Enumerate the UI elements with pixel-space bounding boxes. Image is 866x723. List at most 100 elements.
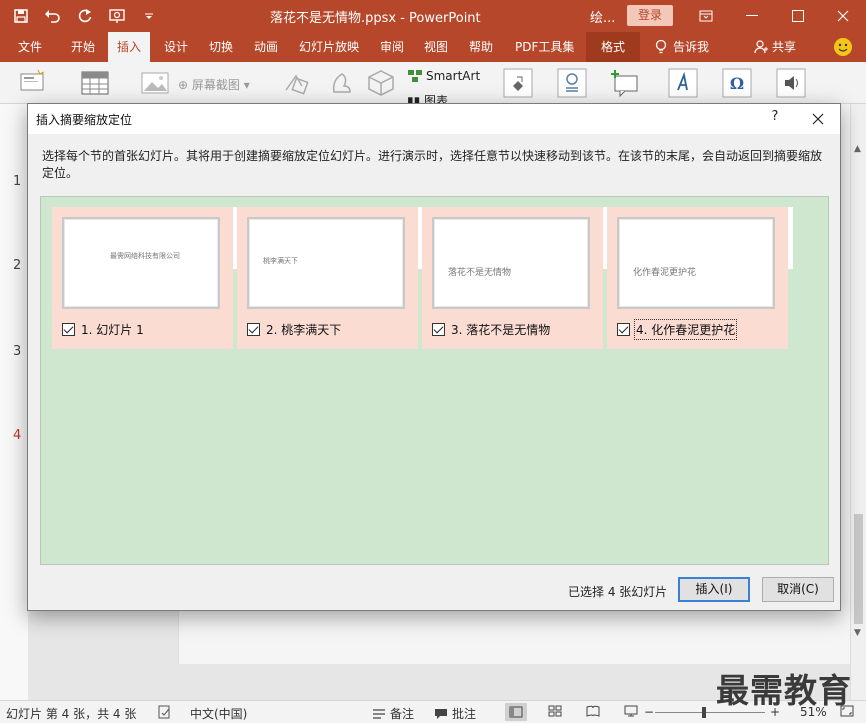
maximize-icon[interactable]: [775, 0, 821, 32]
slide-label: 1. 幻灯片 1: [81, 323, 144, 337]
tab-insert[interactable]: 插入: [108, 32, 151, 62]
insert-button[interactable]: 插入(I): [678, 577, 750, 602]
tab-animations[interactable]: 动画: [254, 32, 278, 62]
scroll-up-icon[interactable]: ▲: [854, 144, 861, 154]
tell-me-box[interactable]: 告诉我: [655, 32, 709, 62]
tab-transitions[interactable]: 切换: [209, 32, 233, 62]
scroll-thumb[interactable]: [854, 514, 863, 624]
undo-icon[interactable]: [42, 5, 64, 27]
tab-home[interactable]: 开始: [71, 32, 95, 62]
login-button[interactable]: 登录: [627, 5, 673, 26]
card-divider: [788, 207, 793, 269]
tab-help[interactable]: 帮助: [469, 32, 493, 62]
vertical-scrollbar[interactable]: ▲ ▼: [850, 104, 866, 700]
slide-label: 2. 桃李满天下: [266, 323, 342, 337]
slide-number-2[interactable]: 2: [13, 258, 21, 273]
smartart-label: SmartArt: [426, 69, 481, 83]
ribbon-insert: ⊕ 屏幕截图 ▾ SmartArt ▮▮ 图表 Ω: [0, 62, 866, 104]
scroll-down-icon[interactable]: ▼: [854, 628, 861, 638]
comments-label: 批注: [452, 707, 477, 721]
cancel-button[interactable]: 取消(C): [762, 577, 834, 602]
slide-selection-panel[interactable]: 最需网络科技有限公司 1. 幻灯片 1 桃李满天下 2. 桃李满天下 落花不是无…: [40, 196, 829, 565]
dialog-title-bar: 插入摘要缩放定位 ?: [28, 104, 840, 134]
dialog-close-icon[interactable]: [806, 108, 830, 130]
slide-checkbox-row-4[interactable]: 4. 化作春泥更护花: [617, 319, 738, 340]
slide-number-4[interactable]: 4: [13, 428, 21, 443]
language-status[interactable]: 中文(中国): [190, 705, 247, 722]
zoom-slider-track[interactable]: [655, 712, 765, 713]
slide-thumbnail-2[interactable]: 桃李满天下: [247, 217, 405, 309]
ribbon-display-options-icon[interactable]: [683, 0, 729, 32]
icons-icon[interactable]: [326, 68, 356, 98]
slide-label: 4. 化作春泥更护花: [633, 319, 738, 340]
link-icon[interactable]: [557, 68, 587, 98]
tab-format[interactable]: 格式: [586, 32, 641, 62]
tab-review[interactable]: 审阅: [380, 32, 404, 62]
3d-models-icon[interactable]: [366, 68, 396, 98]
zoom-slider-thumb[interactable]: [702, 707, 706, 718]
notes-button[interactable]: 备注: [372, 705, 414, 722]
checkbox-checked[interactable]: [617, 323, 630, 336]
slide-thumbnail-4[interactable]: 化作春泥更护花: [617, 217, 775, 309]
checkbox-checked[interactable]: [62, 323, 75, 336]
checkbox-checked[interactable]: [247, 323, 260, 336]
thumbnail-text: 落花不是无情物: [448, 268, 512, 278]
slide-card-4[interactable]: 化作春泥更护花 4. 化作春泥更护花: [607, 207, 793, 349]
thumbnail-text: 最需网络科技有限公司: [110, 252, 180, 260]
comments-button[interactable]: 批注: [434, 705, 476, 722]
smartart-button[interactable]: SmartArt: [407, 69, 480, 83]
comment-icon[interactable]: [610, 68, 640, 98]
redo-icon[interactable]: [74, 5, 96, 27]
zoom-out-icon[interactable]: −: [644, 705, 654, 719]
dialog-title: 插入摘要缩放定位: [36, 113, 133, 127]
shapes-icon[interactable]: [282, 68, 312, 98]
slide-checkbox-row-3[interactable]: 3. 落花不是无情物: [432, 321, 550, 338]
normal-view-icon[interactable]: [505, 703, 527, 721]
textbox-icon[interactable]: [668, 68, 698, 98]
customize-qat-icon[interactable]: [138, 5, 160, 27]
watermark: 最需教育: [716, 671, 852, 710]
slide-checkbox-row-2[interactable]: 2. 桃李满天下: [247, 321, 341, 338]
spellcheck-icon[interactable]: [158, 705, 172, 719]
symbol-omega-icon[interactable]: Ω: [722, 68, 752, 98]
selected-count: 已选择 4 张幻灯片: [568, 585, 668, 599]
tab-design[interactable]: 设计: [164, 32, 188, 62]
present-from-start-icon[interactable]: [106, 5, 128, 27]
slide-label: 3. 落花不是无情物: [451, 323, 551, 337]
slide-checkbox-row-1[interactable]: 1. 幻灯片 1: [62, 321, 144, 338]
slide-sorter-icon[interactable]: [548, 705, 562, 717]
notes-label: 备注: [390, 707, 415, 721]
quick-access-toolbar: [10, 5, 160, 27]
help-button[interactable]: ?: [765, 109, 785, 129]
dialog-description: 选择每个节的首张幻灯片。其将用于创建摘要缩放定位幻灯片。进行演示时，选择任意节以…: [42, 149, 823, 180]
slide-card-1[interactable]: 最需网络科技有限公司 1. 幻灯片 1: [52, 207, 238, 349]
pictures-icon[interactable]: [140, 68, 170, 98]
table-icon[interactable]: [80, 68, 110, 98]
slide-card-2[interactable]: 桃李满天下 2. 桃李满天下: [237, 207, 423, 349]
share-button[interactable]: 共享: [754, 32, 796, 62]
tab-view[interactable]: 视图: [424, 32, 448, 62]
tell-me-label: 告诉我: [673, 40, 710, 54]
document-title: 落花不是无情物.ppsx - PowerPoint: [270, 11, 481, 26]
slide-thumbnail-1[interactable]: 最需网络科技有限公司: [62, 217, 220, 309]
reading-view-icon[interactable]: [586, 705, 600, 717]
slide-number-3[interactable]: 3: [13, 344, 21, 359]
slide-number-1[interactable]: 1: [13, 174, 21, 189]
slide-card-3[interactable]: 落花不是无情物 3. 落花不是无情物: [422, 207, 608, 349]
share-label: 共享: [772, 40, 797, 54]
feedback-smiley-icon[interactable]: [834, 38, 852, 56]
close-icon[interactable]: [820, 0, 866, 32]
new-slide-icon[interactable]: [18, 68, 48, 98]
notes-icon: [373, 708, 385, 719]
checkbox-checked[interactable]: [432, 323, 445, 336]
tab-pdf-tools[interactable]: PDF工具集: [515, 32, 574, 62]
slide-thumbnail-3[interactable]: 落花不是无情物: [432, 217, 590, 309]
add-in-icon[interactable]: [503, 68, 533, 98]
tab-file[interactable]: 文件: [18, 32, 42, 62]
audio-icon[interactable]: [776, 68, 806, 98]
slideshow-view-icon[interactable]: [624, 705, 638, 717]
screenshot-button[interactable]: ⊕ 屏幕截图 ▾: [178, 76, 250, 93]
minimize-icon[interactable]: [729, 0, 775, 32]
tab-slideshow[interactable]: 幻灯片放映: [299, 32, 359, 62]
save-icon[interactable]: [10, 5, 32, 27]
